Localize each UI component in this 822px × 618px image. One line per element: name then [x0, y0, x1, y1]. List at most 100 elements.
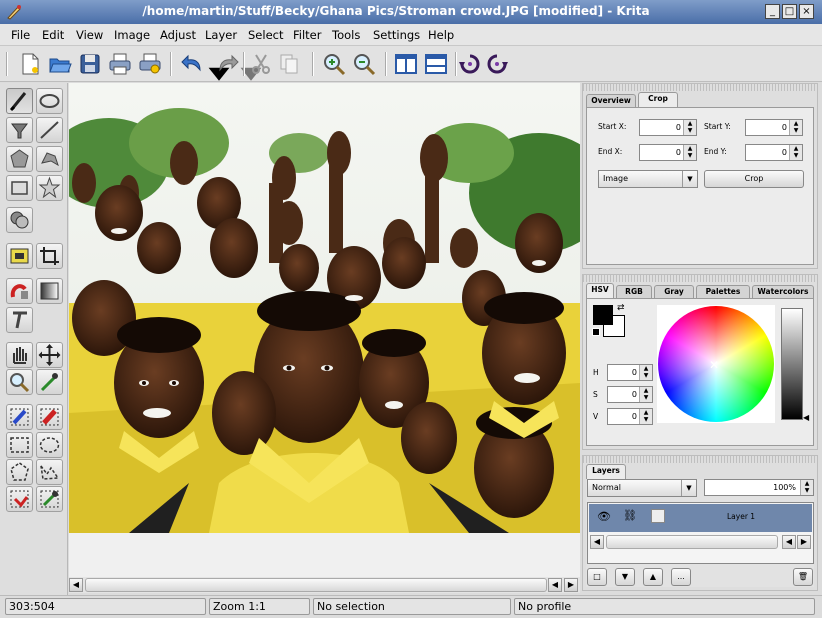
scroll-right-icon[interactable]: ▶: [797, 535, 811, 549]
end-y-spinbox[interactable]: 0 ▲ ▼: [745, 144, 803, 161]
start-x-spinbox[interactable]: 0 ▲ ▼: [639, 119, 697, 136]
tab-crop[interactable]: Crop: [638, 92, 678, 107]
hue-wheel[interactable]: ✕: [657, 305, 775, 423]
menu-edit[interactable]: Edit: [42, 28, 64, 42]
save-icon[interactable]: [77, 51, 103, 77]
rotate-cw-icon[interactable]: [484, 51, 510, 77]
contiguous-selection-tool-icon[interactable]: [6, 486, 33, 512]
maximize-button[interactable]: □: [782, 4, 797, 19]
tab-hsv[interactable]: HSV: [586, 283, 614, 298]
color-picker-tool-icon[interactable]: [36, 369, 63, 395]
value-spinbox[interactable]: 0 ▲ ▼: [607, 408, 653, 425]
text-tool-icon[interactable]: [6, 307, 33, 333]
tab-palettes[interactable]: Palettes: [696, 285, 750, 298]
cut-icon[interactable]: [248, 51, 274, 77]
scroll-right-icon[interactable]: ▶: [564, 578, 578, 592]
docker-grip[interactable]: [583, 456, 817, 463]
menu-filter[interactable]: Filter: [293, 28, 321, 42]
move-layer-down-icon[interactable]: ▼: [615, 568, 635, 586]
krita-app-icon[interactable]: [6, 4, 22, 20]
tab-rgb[interactable]: RGB: [616, 285, 652, 298]
delete-layer-icon[interactable]: 🗑: [793, 568, 813, 586]
saturation-spinbox[interactable]: 0 ▲ ▼: [607, 386, 653, 403]
line-tool-icon[interactable]: [36, 117, 63, 143]
polyline-tool-icon[interactable]: [36, 146, 63, 172]
move-selection-tool-icon[interactable]: [6, 243, 33, 269]
layer-scrollbar-thumb[interactable]: [606, 535, 778, 549]
value-slider[interactable]: [781, 308, 803, 420]
view-split-vertical-icon[interactable]: [393, 51, 419, 77]
rotate-ccw-icon[interactable]: [457, 51, 483, 77]
horizontal-scrollbar[interactable]: ◀ ◀ ▶: [69, 577, 580, 593]
menu-select[interactable]: Select: [248, 28, 283, 42]
filter-brush-tool-icon[interactable]: [6, 278, 33, 304]
zoom-in-icon[interactable]: [321, 51, 347, 77]
fg-bg-color-widget[interactable]: ⇄: [592, 303, 627, 339]
polygon-selection-tool-icon[interactable]: [6, 459, 33, 485]
blend-mode-select[interactable]: Normal ▼: [587, 479, 697, 497]
undo-icon[interactable]: [180, 51, 206, 77]
move-layer-up-icon[interactable]: ▲: [643, 568, 663, 586]
menu-adjust[interactable]: Adjust: [160, 28, 196, 42]
eraser-selection-tool-icon[interactable]: [36, 404, 63, 430]
print-icon[interactable]: [107, 51, 133, 77]
layer-row[interactable]: 👁 ⛓ Layer 1: [589, 504, 812, 532]
canvas-area[interactable]: [69, 83, 580, 577]
move-tool-icon[interactable]: [36, 342, 63, 368]
ellipse-tool-icon[interactable]: [36, 88, 63, 114]
crop-button[interactable]: Crop: [704, 170, 804, 188]
slider-arrow-icon[interactable]: ◀: [803, 413, 809, 422]
tab-gray[interactable]: Gray: [654, 285, 694, 298]
polygon-tool-icon[interactable]: [6, 146, 33, 172]
tab-layers[interactable]: Layers: [586, 464, 626, 479]
redo-icon[interactable]: [214, 51, 240, 77]
close-button[interactable]: ×: [799, 4, 814, 19]
end-x-spinbox[interactable]: 0 ▲ ▼: [639, 144, 697, 161]
rect-selection-tool-icon[interactable]: [6, 432, 33, 458]
rectangle-tool-icon[interactable]: [6, 175, 33, 201]
link-icon[interactable]: ⛓: [623, 509, 637, 522]
minimize-button[interactable]: _: [765, 4, 780, 19]
fill-tool-icon[interactable]: [6, 117, 33, 143]
foreground-color-swatch[interactable]: [593, 305, 613, 325]
lock-icon[interactable]: [651, 509, 665, 523]
tab-watercolors[interactable]: Watercolors: [752, 285, 814, 298]
opacity-spinbox[interactable]: 100% ▲ ▼: [704, 479, 814, 496]
menu-layer[interactable]: Layer: [205, 28, 237, 42]
layer-name[interactable]: Layer 1: [727, 512, 755, 521]
layer-properties-button[interactable]: ...: [671, 568, 691, 586]
menu-image[interactable]: Image: [114, 28, 150, 42]
brush-tool-icon[interactable]: [6, 88, 33, 114]
pan-tool-icon[interactable]: [6, 342, 33, 368]
star-tool-icon[interactable]: [36, 175, 63, 201]
outline-selection-tool-icon[interactable]: [36, 459, 63, 485]
menu-help[interactable]: Help: [428, 28, 454, 42]
color-selection-tool-icon[interactable]: [36, 486, 63, 512]
tab-overview[interactable]: Overview: [586, 94, 636, 107]
menu-view[interactable]: View: [76, 28, 103, 42]
scroll-left-icon[interactable]: ◀: [782, 535, 796, 549]
scrollbar-thumb[interactable]: [85, 578, 547, 592]
duplicate-tool-icon[interactable]: [6, 207, 33, 233]
open-folder-icon[interactable]: [47, 51, 73, 77]
print-preview-icon[interactable]: [137, 51, 163, 77]
scroll-left-icon[interactable]: ◀: [69, 578, 83, 592]
crop-tool-icon[interactable]: [36, 243, 63, 269]
zoom-tool-icon[interactable]: [6, 369, 33, 395]
ellipse-selection-tool-icon[interactable]: [36, 432, 63, 458]
crop-mode-select[interactable]: Image ▼: [598, 170, 698, 188]
zoom-out-icon[interactable]: [351, 51, 377, 77]
copy-icon[interactable]: [276, 51, 302, 77]
new-layer-icon[interactable]: □: [587, 568, 607, 586]
new-document-icon[interactable]: [17, 51, 43, 77]
scroll-left-icon[interactable]: ◀: [548, 578, 562, 592]
hue-spinbox[interactable]: 0 ▲ ▼: [607, 364, 653, 381]
swap-colors-icon[interactable]: ⇄: [617, 303, 625, 313]
gradient-tool-icon[interactable]: [36, 278, 63, 304]
canvas-image[interactable]: [69, 83, 580, 533]
reset-colors-icon[interactable]: [592, 328, 600, 336]
menu-tools[interactable]: Tools: [332, 28, 360, 42]
menu-file[interactable]: File: [11, 28, 30, 42]
visibility-eye-icon[interactable]: 👁: [597, 510, 611, 523]
docker-grip[interactable]: [583, 84, 817, 91]
